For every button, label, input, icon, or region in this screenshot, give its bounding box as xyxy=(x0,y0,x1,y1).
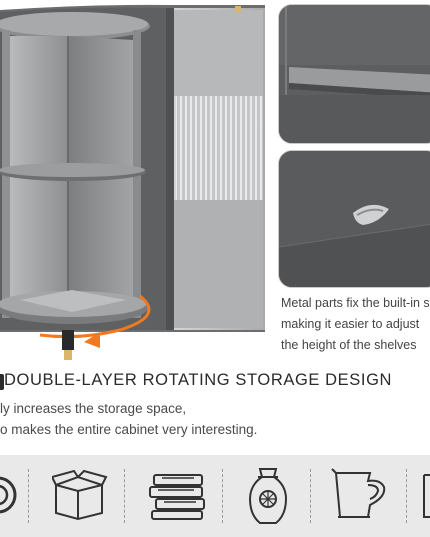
rotating-shelf-unit xyxy=(0,12,150,324)
metal-bracket-callout xyxy=(278,150,430,288)
feature-description-line: ly increases the storage space, xyxy=(0,401,187,416)
callout-caption-line: making it easier to adjust xyxy=(281,317,420,331)
divider xyxy=(124,469,125,523)
divider xyxy=(28,469,29,523)
cabinet-leg xyxy=(62,330,74,360)
books-icon xyxy=(149,474,205,520)
divider xyxy=(222,469,223,523)
pitcher-icon xyxy=(331,468,386,518)
divider xyxy=(406,469,407,523)
feature-title: DOUBLE-LAYER ROTATING STORAGE DESIGN xyxy=(4,371,393,389)
callout-caption-line: Metal parts fix the built-in s xyxy=(281,296,430,310)
feature-description-line: o makes the entire cabinet very interest… xyxy=(0,422,258,437)
box-icon xyxy=(52,469,108,521)
divider xyxy=(310,469,311,523)
storage-items-strip xyxy=(0,455,430,537)
vase-icon xyxy=(248,468,288,524)
shelf-detail-callout xyxy=(278,4,430,144)
plate-icon xyxy=(0,476,17,514)
callout-caption-line: the height of the shelves xyxy=(281,338,417,352)
shelf-edge-detail-image xyxy=(279,5,430,143)
metal-bracket-detail-image xyxy=(279,151,430,287)
item-icon xyxy=(423,474,430,518)
